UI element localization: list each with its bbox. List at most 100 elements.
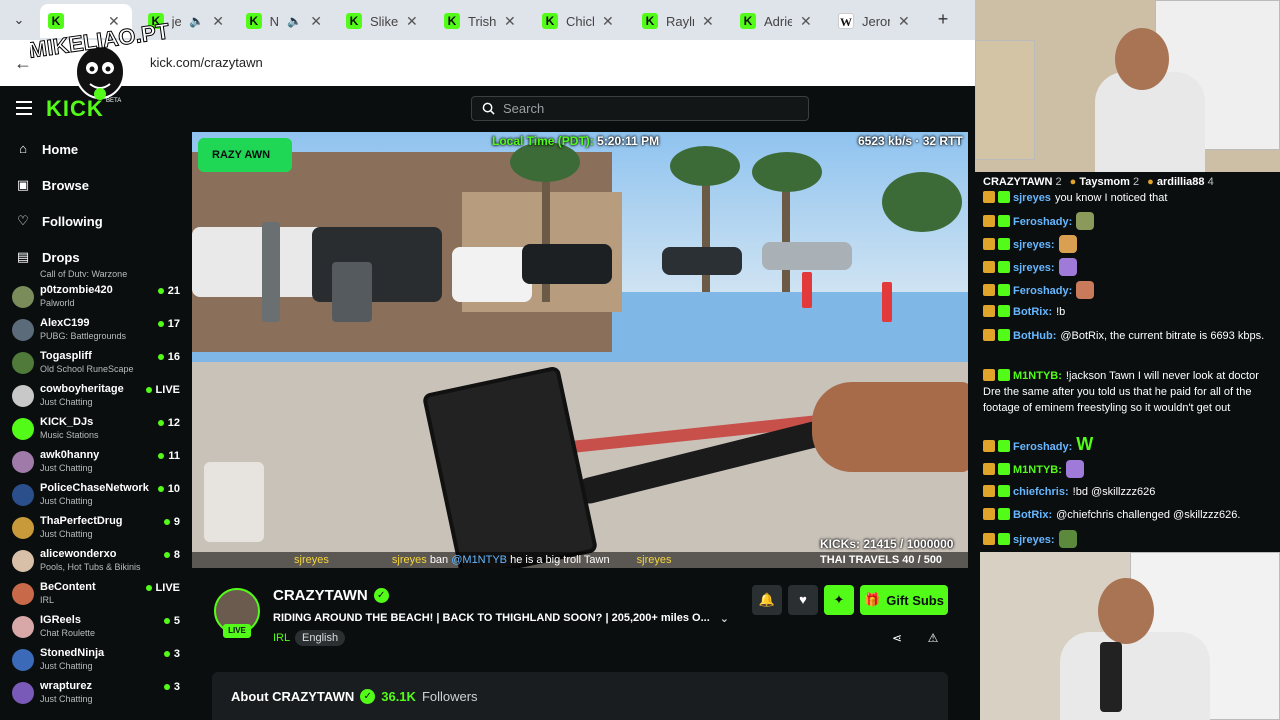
viewer-count-text: 16 <box>167 351 180 363</box>
new-tab-plus-icon[interactable]: + <box>932 8 954 30</box>
live-dot-icon <box>145 585 152 592</box>
close-icon[interactable]: ✕ <box>310 13 322 30</box>
sidebar-channel[interactable]: AlexC199 PUBG: Battlegrounds 17 <box>12 315 180 348</box>
chat-username[interactable]: BotHub: <box>1013 330 1056 342</box>
chat-username[interactable]: sjreyes: <box>1013 534 1055 546</box>
subscribe-button[interactable]: ✦ <box>824 585 854 615</box>
subscriber-badge-icon <box>983 329 995 341</box>
close-icon[interactable]: ✕ <box>504 13 516 30</box>
verified-check-icon: ✓ <box>360 688 376 704</box>
channel-category: IRL <box>40 595 55 605</box>
streamer-name[interactable]: CRAZYTAWN ✓ <box>273 587 389 604</box>
viewer-count: 10 <box>157 483 180 495</box>
subscriber-badge-icon <box>983 191 995 203</box>
channel-category: Chat Roulette <box>40 628 96 638</box>
tab-jeron[interactable]: W Jeron ✕ <box>830 4 922 38</box>
close-icon[interactable]: ✕ <box>602 13 614 30</box>
channel-name: StonedNinja <box>40 647 105 659</box>
sidebar-channel[interactable]: wrapturez Just Chatting 3 <box>12 678 180 711</box>
tab-sliker[interactable]: K Sliker ✕ <box>338 4 430 38</box>
channel-name: AlexC199 <box>40 317 90 329</box>
chat-message: sjreyes: <box>983 258 1273 276</box>
chat-username[interactable]: Feroshady: <box>1013 285 1072 297</box>
close-icon[interactable]: ✕ <box>898 13 910 30</box>
category-link[interactable]: IRL <box>273 632 290 644</box>
search-icon <box>482 102 495 115</box>
gifter-count: 4 <box>1207 176 1214 188</box>
tab-search-chevron-icon[interactable]: ⌄ <box>8 10 30 30</box>
live-dot-icon <box>157 321 164 328</box>
top-gifter[interactable]: ● ardillia88 4 <box>1147 176 1214 188</box>
speaker-icon[interactable]: 🔈 <box>287 14 302 28</box>
live-dot-icon <box>163 552 170 559</box>
channel-name: wrapturez <box>40 680 92 692</box>
language-tag[interactable]: English <box>295 630 346 646</box>
chat-username[interactable]: chiefchris: <box>1013 486 1069 498</box>
sidebar-channel[interactable]: IGReels Chat Roulette 5 <box>12 612 180 645</box>
chat-username[interactable]: Feroshady: <box>1013 441 1072 453</box>
video-bollard <box>882 282 892 322</box>
close-icon[interactable]: ✕ <box>406 13 418 30</box>
sidebar-channel[interactable]: KICK_DJs Music Stations 12 <box>12 414 180 447</box>
screen: ⌄ K ✕ K je 🔈 ✕ K N 🔈 ✕ K Sliker ✕ <box>0 0 1280 720</box>
top-gifter[interactable]: CRAZYTAWN 2 <box>983 176 1062 188</box>
stream-info: LIVE CRAZYTAWN ✓ RIDING AROUND THE BEACH… <box>192 568 975 720</box>
channel-name: p0tzombie420 <box>40 284 113 296</box>
verified-check-icon: ✓ <box>373 588 389 603</box>
top-gifter[interactable]: ● Taysmom 2 <box>1070 176 1139 188</box>
search-input[interactable]: Search <box>471 96 809 121</box>
viewer-count-text: 3 <box>173 648 180 660</box>
sidebar-channel[interactable]: BeContent IRL LIVE <box>12 579 180 612</box>
report-warning-icon[interactable]: ⚠ <box>925 630 941 646</box>
sidebar-item-drops[interactable]: ▤ Drops <box>16 245 80 269</box>
ticker-mention: @M1NTYB <box>451 554 508 566</box>
channel-name: PoliceChaseNetwork <box>40 482 149 494</box>
chat-username[interactable]: sjreyes <box>1013 192 1051 204</box>
sidebar-channel[interactable]: alicewonderxo Pools, Hot Tubs & Bikinis 8 <box>12 546 180 579</box>
tab-adrie[interactable]: K Adrie ✕ <box>732 4 824 38</box>
channel-avatar <box>12 649 34 671</box>
kick-favicon-icon: K <box>740 13 756 29</box>
video-player[interactable]: RAZY AWN Local Time (PDT): 5:20:11 PM 65… <box>192 132 968 568</box>
sidebar-item-home[interactable]: ⌂ Home <box>16 137 78 161</box>
notification-bell-button[interactable]: 🔔 <box>752 585 782 615</box>
chat-username[interactable]: M1NTYB: <box>1013 464 1062 476</box>
gift-badge-icon <box>998 261 1010 273</box>
sidebar-channel[interactable]: StonedNinja Just Chatting 3 <box>12 645 180 678</box>
close-icon[interactable]: ✕ <box>702 13 714 30</box>
gift-subs-button[interactable]: 🎁 Gift Subs <box>860 585 948 615</box>
sidebar-channel[interactable]: ThaPerfectDrug Just Chatting 9 <box>12 513 180 546</box>
chat-username[interactable]: BotRix: <box>1013 509 1052 521</box>
sidebar-channel[interactable]: PoliceChaseNetwork Just Chatting 10 <box>12 480 180 513</box>
tab-rayln[interactable]: K Rayln ✕ <box>634 4 726 38</box>
sidebar-channel[interactable]: cowboyheritage Just Chatting LIVE <box>12 381 180 414</box>
channel-avatar <box>12 418 34 440</box>
tab-n[interactable]: K N 🔈 ✕ <box>238 4 330 38</box>
chevron-down-icon[interactable]: ⌄ <box>720 612 729 625</box>
close-icon[interactable]: ✕ <box>212 13 224 30</box>
sidebar-channel[interactable]: p0tzombie420 Palworld 21 <box>12 282 180 315</box>
live-dot-icon <box>163 618 170 625</box>
channel-category: Pools, Hot Tubs & Bikinis <box>40 562 141 572</box>
sidebar-item-following[interactable]: ♡ Following <box>16 209 102 233</box>
sidebar-item-browse[interactable]: ▣ Browse <box>16 173 89 197</box>
close-icon[interactable]: ✕ <box>800 13 812 30</box>
sidebar-channel[interactable]: awk0hanny Just Chatting 11 <box>12 447 180 480</box>
chat-username[interactable]: M1NTYB: <box>1013 370 1062 382</box>
viewer-count-text: 17 <box>167 318 180 330</box>
tab-chick[interactable]: K Chick ✕ <box>534 4 626 38</box>
channel-avatar <box>12 517 34 539</box>
sidebar-channel[interactable]: Togaspliff Old School RuneScape 16 <box>12 348 180 381</box>
follow-heart-button[interactable]: ♥ <box>788 585 818 615</box>
gift-badge-icon <box>998 485 1010 497</box>
speaker-icon[interactable]: 🔈 <box>189 14 204 28</box>
chat-username[interactable]: sjreyes: <box>1013 262 1055 274</box>
gift-coin-icon: ● <box>1147 176 1154 188</box>
sidebar: ⌂ Home ▣ Browse ♡ Following ▤ Drops Call… <box>0 132 192 720</box>
tab-trisha[interactable]: K Trisha ✕ <box>436 4 528 38</box>
chat-username[interactable]: sjreyes: <box>1013 239 1055 251</box>
chat-message: Feroshady: <box>983 281 1273 299</box>
share-icon[interactable]: ⋖ <box>889 630 905 646</box>
chat-username[interactable]: Feroshady: <box>1013 216 1072 228</box>
chat-username[interactable]: BotRix: <box>1013 306 1052 318</box>
